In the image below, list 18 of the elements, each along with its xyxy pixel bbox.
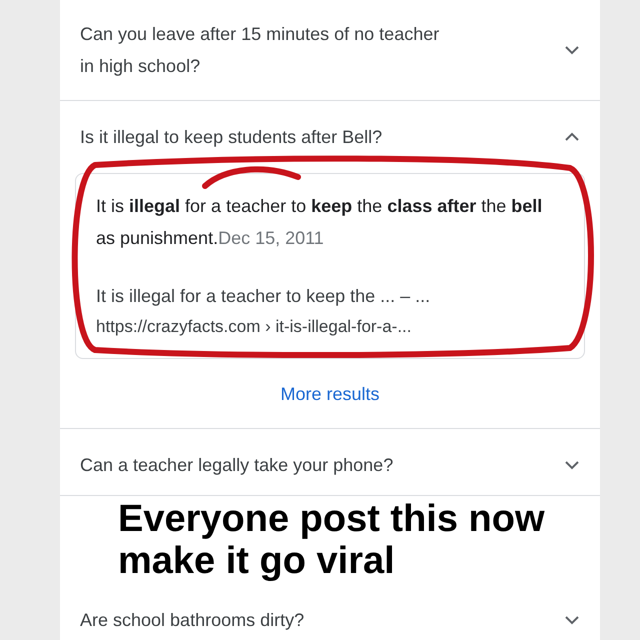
question-row[interactable]: Are school bathrooms dirty? [60,584,600,640]
question-text: Is it illegal to keep students after Bell? [80,126,384,149]
question-text: Are school bathrooms dirty? [80,609,306,632]
more-results-link[interactable]: More results [280,381,380,408]
source-url[interactable]: https://crazyfacts.com › it-is-illegal-for-a-... [96,312,564,342]
question-row[interactable]: Can you leave after 15 minutes of no teacher in high school? [60,0,600,100]
chevron-down-icon[interactable] [564,460,580,470]
answer-snippet: It is illegal for a teacher to keep the class after the bell as punishment.Dec 15, 2011 [96,195,544,250]
question-text: Can you leave after 15 minutes of no teacher in high school? [80,23,440,78]
question-row[interactable]: Can a teacher legally take your phone? [60,429,600,495]
caption-text: Everyone post this now [118,498,545,540]
caption-text: make it go viral [118,540,395,582]
source-link-title[interactable]: It is illegal for a teacher to keep the ... – ... [96,280,564,312]
question-row[interactable]: Is it illegal to keep students after Bell? [60,101,600,167]
chevron-up-icon[interactable] [564,132,580,142]
chevron-down-icon[interactable] [564,45,580,55]
chevron-down-icon[interactable] [564,615,580,625]
question-text: Can a teacher legally take your phone? [80,454,394,477]
